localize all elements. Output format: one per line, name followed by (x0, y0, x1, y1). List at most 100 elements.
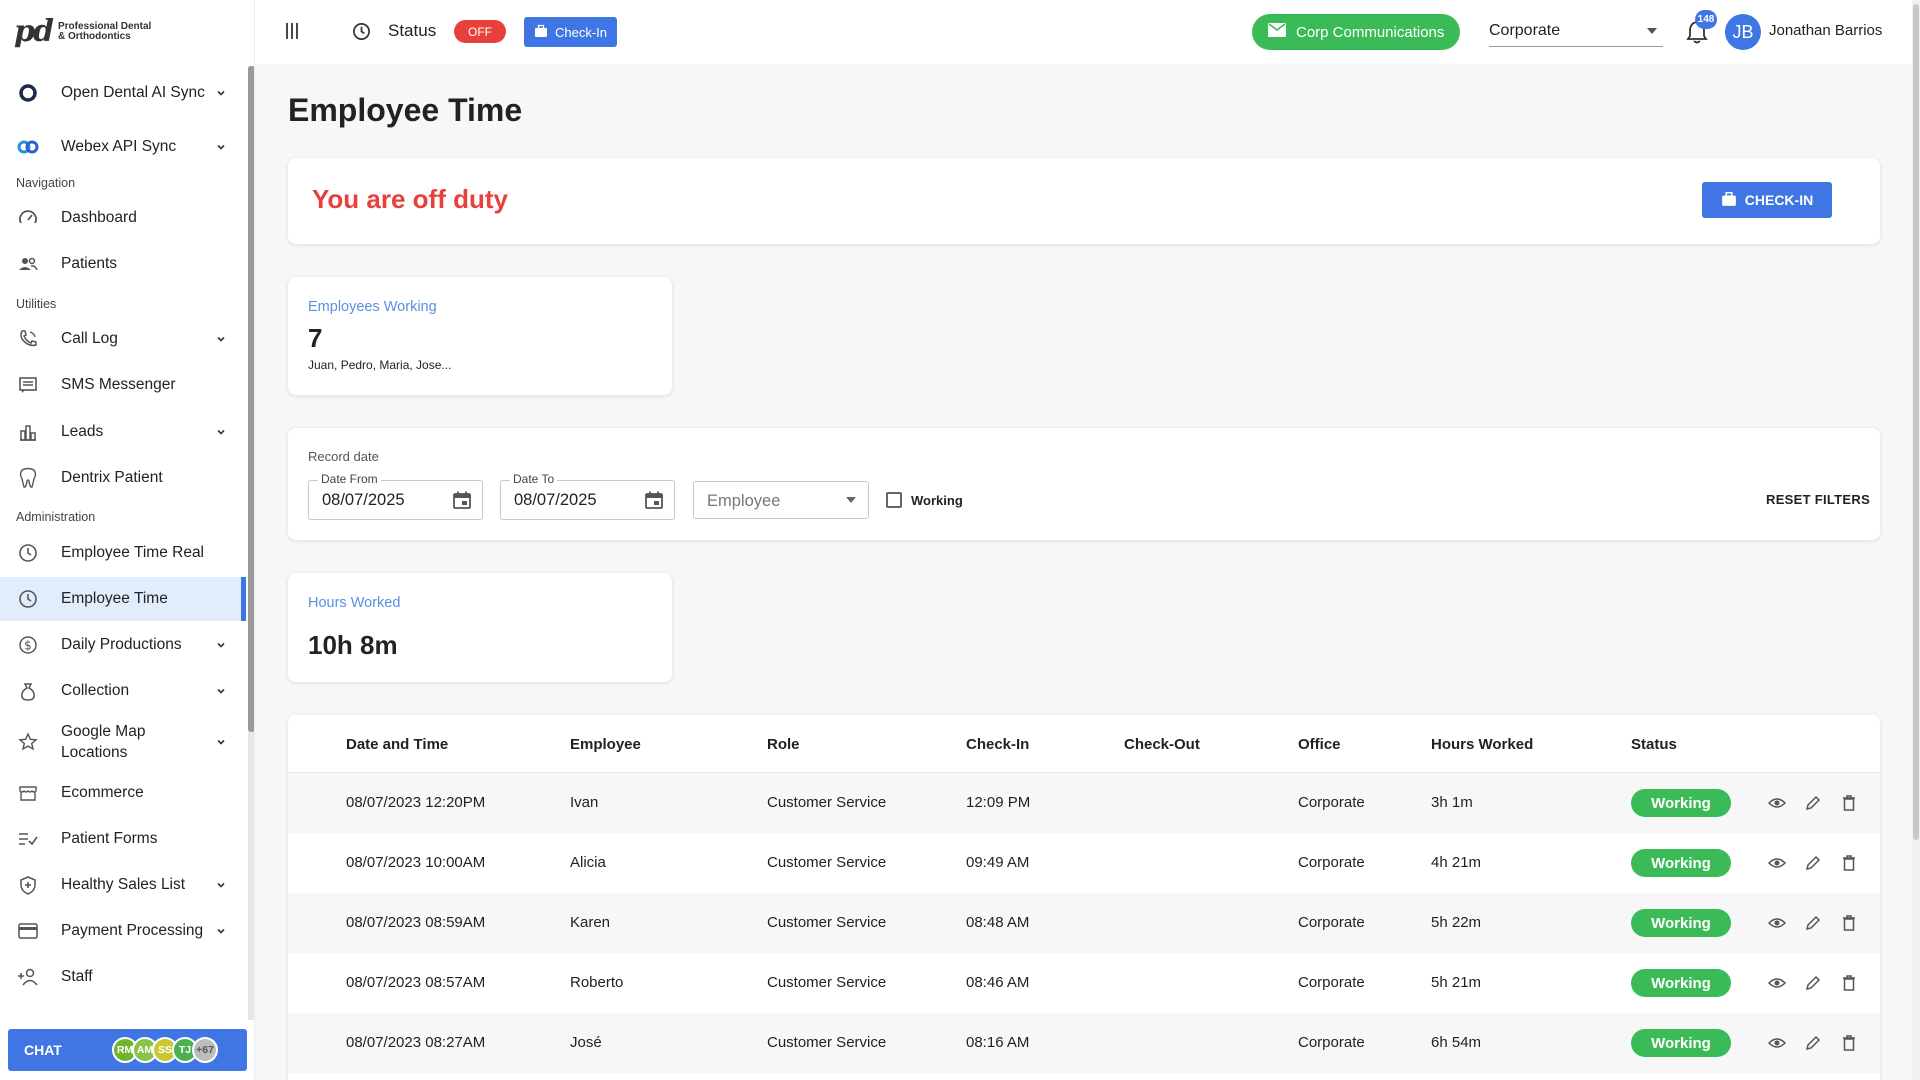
employee-time-table: Date and Time Employee Role Check-In Check-O… (288, 715, 1880, 1080)
cell-hours: 4h 21m (1431, 854, 1482, 871)
working-checkbox[interactable] (886, 492, 902, 508)
column-header[interactable]: Office (1298, 736, 1341, 753)
sidebar-scrollbar[interactable] (248, 66, 254, 1020)
sidebar-item-label: Patients (61, 255, 118, 272)
sidebar-item-label: Dentrix Patient (61, 469, 163, 486)
column-header[interactable]: Hours Worked (1431, 736, 1533, 753)
delete-trash-icon[interactable] (1839, 793, 1859, 813)
sidebar-item-dashboard[interactable]: Dashboard (0, 196, 246, 240)
page-title: Employee Time (288, 92, 523, 128)
employee-select[interactable]: Employee (693, 481, 869, 519)
avatar[interactable]: JB (1725, 14, 1761, 50)
column-header[interactable]: Check-In (966, 736, 1029, 753)
check-in-button[interactable]: Check-In (524, 17, 618, 47)
briefcase-icon (1721, 191, 1737, 210)
cell-hours: 6h 54m (1431, 1034, 1482, 1051)
view-eye-icon[interactable] (1767, 913, 1787, 933)
sidebar-item-call-log[interactable]: Call Log (0, 317, 246, 361)
sidebar-item-label: Google Map Locations (61, 721, 145, 763)
sidebar-item-dentrix-patient[interactable]: Dentrix Patient (0, 456, 246, 500)
office-select[interactable]: Corporate (1489, 15, 1663, 47)
sidebar-item-healthy-sales-list[interactable]: Healthy Sales List (0, 863, 246, 907)
delete-trash-icon[interactable] (1839, 853, 1859, 873)
hours-worked-label: Hours Worked (308, 595, 401, 611)
column-header[interactable]: Status (1631, 736, 1677, 753)
cell-office: Corporate (1298, 794, 1365, 811)
logo-mark: pd (14, 14, 54, 49)
view-eye-icon[interactable] (1767, 793, 1787, 813)
sidebar-item-leads[interactable]: Leads (0, 410, 246, 454)
hours-worked-card: Hours Worked 10h 8m (288, 573, 672, 682)
cell-role: Customer Service (767, 1034, 887, 1051)
sidebar-item-label: Call Log (61, 330, 118, 347)
sidebar-item-sms-messenger[interactable]: SMS Messenger (0, 363, 246, 407)
working-checkbox-label[interactable]: Working (911, 493, 963, 508)
table-row[interactable]: 08/07/2023 08:27AM José Customer Service 08… (288, 1013, 1880, 1073)
reset-filters-button[interactable]: RESET FILTERS (1766, 492, 1870, 507)
sidebar-item-label: Collection (61, 682, 130, 699)
cell-checkin: 08:46 AM (966, 974, 1030, 991)
check-in-main-button[interactable]: CHECK-IN (1702, 182, 1832, 218)
sidebar-item-collection[interactable]: Collection (0, 669, 246, 713)
corp-communications-button[interactable]: Corp Communications (1252, 14, 1461, 50)
webex-icon (16, 135, 40, 159)
sidebar-item-label: Ecommerce (61, 784, 144, 801)
chat-avatar[interactable]: +67 (192, 1037, 218, 1063)
cell-employee: Ivan (570, 794, 599, 811)
delete-trash-icon[interactable] (1839, 1033, 1859, 1053)
edit-pencil-icon[interactable] (1803, 853, 1823, 873)
user-name[interactable]: Jonathan Barrios (1769, 22, 1882, 39)
chat-bar[interactable]: CHAT RM AM SS TJ +67 (8, 1029, 247, 1071)
view-eye-icon[interactable] (1767, 973, 1787, 993)
sidebar-item-label-line-2: Locations (61, 744, 128, 761)
edit-pencil-icon[interactable] (1803, 973, 1823, 993)
sidebar-item-payment-processing[interactable]: Payment Processing (0, 909, 246, 953)
date-from-field[interactable]: Date From 08/07/2025 (308, 472, 483, 520)
dollar-icon: $ (16, 633, 40, 657)
menu-toggle-icon[interactable] (285, 22, 299, 40)
delete-trash-icon[interactable] (1839, 973, 1859, 993)
cell-role: Customer Service (767, 974, 887, 991)
column-header[interactable]: Role (767, 736, 800, 753)
sidebar-item-ecommerce[interactable]: Ecommerce (0, 771, 246, 815)
date-to-field[interactable]: Date To 08/07/2025 (500, 472, 675, 520)
calendar-icon[interactable] (644, 490, 664, 510)
calendar-icon[interactable] (452, 490, 472, 510)
edit-pencil-icon[interactable] (1803, 913, 1823, 933)
sidebar-item-google-map-locations[interactable]: Google Map Locations (0, 715, 246, 769)
sidebar-item-webex-api-sync[interactable]: Webex API Sync (0, 125, 246, 169)
edit-pencil-icon[interactable] (1803, 1033, 1823, 1053)
sidebar-item-employee-time[interactable]: Employee Time (0, 577, 246, 621)
cell-office: Corporate (1298, 1034, 1365, 1051)
column-header[interactable]: Date and Time (346, 736, 448, 753)
clock-icon (16, 587, 40, 611)
delete-trash-icon[interactable] (1839, 913, 1859, 933)
sidebar-item-employee-time-real[interactable]: Employee Time Real (0, 531, 246, 575)
page-scrollbar-thumb[interactable] (1913, 4, 1919, 840)
edit-pencil-icon[interactable] (1803, 793, 1823, 813)
sidebar: pd Professional Dental & Orthodontics Op… (0, 0, 255, 1080)
sidebar-item-patient-forms[interactable]: Patient Forms (0, 817, 246, 861)
table-row[interactable]: 08/07/2023 08:59AM Karen Customer Service 0… (288, 893, 1880, 953)
table-row[interactable]: 08/07/2023 12:20PM Ivan Customer Service 12… (288, 773, 1880, 833)
cell-checkin: 08:16 AM (966, 1034, 1030, 1051)
table-row[interactable]: 08/07/2023 08:57AM Roberto Customer Servic… (288, 953, 1880, 1013)
section-administration: Administration (16, 510, 96, 524)
sidebar-item-daily-productions[interactable]: $ Daily Productions (0, 623, 246, 667)
speedometer-icon (16, 206, 40, 230)
logo[interactable]: pd Professional Dental & Orthodontics (14, 14, 151, 49)
view-eye-icon[interactable] (1767, 1033, 1787, 1053)
view-eye-icon[interactable] (1767, 853, 1787, 873)
filters-card: Record date Date From 08/07/2025 Date To… (288, 428, 1880, 540)
status-badge[interactable]: OFF (454, 20, 506, 43)
column-header[interactable]: Employee (570, 736, 641, 753)
sidebar-item-label: Employee Time (61, 590, 168, 607)
cell-office: Corporate (1298, 854, 1365, 871)
sidebar-scrollbar-thumb[interactable] (248, 66, 254, 732)
sidebar-item-staff[interactable]: Staff (0, 955, 246, 999)
sidebar-item-patients[interactable]: Patients (0, 242, 246, 286)
column-header[interactable]: Check-Out (1124, 736, 1200, 753)
page-scrollbar[interactable] (1912, 0, 1920, 1080)
sidebar-item-open-dental-ai-sync[interactable]: Open Dental AI Sync (0, 71, 246, 115)
table-row[interactable]: 08/07/2023 10:00AM Alicia Customer Service… (288, 833, 1880, 893)
